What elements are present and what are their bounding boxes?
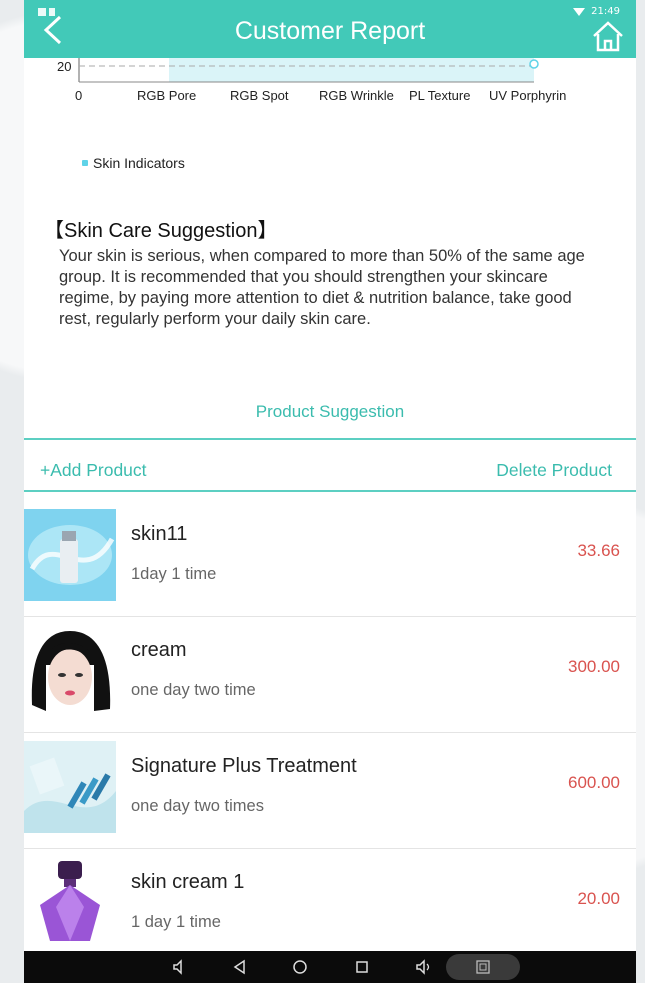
speaker-icon [173, 959, 182, 975]
screenshot-icon [476, 960, 490, 974]
product-frequency: 1 day 1 time [131, 913, 221, 931]
add-product-button[interactable]: +Add Product [40, 460, 147, 481]
nav-back-icon [233, 959, 245, 975]
product-frequency: one day two time [131, 681, 256, 699]
status-time: 21:49 [591, 6, 620, 17]
app-screen: 21:49 Customer Report 20 0 RGB Pore RGB S… [24, 0, 636, 983]
x-origin-label: 0 [75, 88, 82, 103]
suggestion-body: Your skin is serious, when compared to m… [59, 247, 585, 328]
divider-top [24, 438, 636, 440]
y-tick-label: 20 [57, 59, 71, 74]
speaker-loud-icon [416, 959, 430, 975]
x-tick-label: RGB Spot [230, 88, 289, 103]
product-name: skin11 [131, 523, 188, 545]
product-item[interactable]: skin11 1day 1 time 33.66 [24, 501, 636, 617]
product-price: 600.00 [568, 773, 620, 792]
volume-up-button[interactable] [415, 959, 433, 979]
legend-swatch [82, 160, 88, 166]
x-tick-label: UV Porphyrin [489, 88, 566, 103]
product-image-face [24, 625, 116, 717]
screenshot-button[interactable] [446, 954, 520, 980]
chart-legend: Skin Indicators [82, 155, 185, 171]
nav-back-button[interactable] [232, 959, 248, 979]
x-tick-label: PL Texture [409, 88, 470, 103]
chart-area-fill [169, 58, 534, 82]
product-frequency: 1day 1 time [131, 565, 217, 583]
legend-label: Skin Indicators [93, 155, 185, 171]
header-bar: 21:49 Customer Report [24, 0, 636, 58]
home-button[interactable] [590, 18, 626, 54]
status-bar-right: 21:49 [573, 6, 620, 17]
nav-home-icon [293, 960, 307, 974]
product-item[interactable]: cream one day two time 300.00 [24, 617, 636, 733]
x-tick-label: RGB Wrinkle [319, 88, 394, 103]
product-item[interactable]: Signature Plus Treatment one day two tim… [24, 733, 636, 849]
page-title: Customer Report [234, 17, 426, 45]
product-item[interactable]: skin cream 1 1 day 1 time 20.00 [24, 849, 636, 964]
product-image-perfume [24, 857, 116, 949]
system-nav-bar [24, 951, 636, 983]
product-name: skin cream 1 [131, 871, 245, 893]
home-icon [593, 21, 623, 52]
product-frequency: one day two times [131, 797, 264, 815]
volume-down-button[interactable] [172, 959, 188, 979]
product-suggestion-heading: Product Suggestion [255, 402, 405, 421]
product-price: 33.66 [577, 541, 620, 560]
divider-bottom [24, 490, 636, 492]
skin-indicator-chart: 20 0 RGB Pore RGB Spot RGB Wrinkle PL Textu… [57, 58, 566, 103]
data-point-marker [529, 59, 539, 69]
nav-recents-icon [356, 961, 368, 973]
product-image-treatment [24, 741, 116, 833]
nav-recents-button[interactable] [354, 959, 370, 979]
suggestion-title: 【Skin Care Suggestion】 [44, 220, 278, 242]
x-tick-label: RGB Pore [137, 88, 196, 103]
product-price: 20.00 [577, 889, 620, 908]
product-price: 300.00 [568, 657, 620, 676]
wifi-icon [573, 7, 586, 16]
product-name: cream [131, 639, 187, 661]
nav-home-button[interactable] [292, 959, 308, 979]
product-name: Signature Plus Treatment [131, 755, 357, 777]
delete-product-button[interactable]: Delete Product [496, 460, 612, 481]
product-image-serum [24, 509, 116, 601]
